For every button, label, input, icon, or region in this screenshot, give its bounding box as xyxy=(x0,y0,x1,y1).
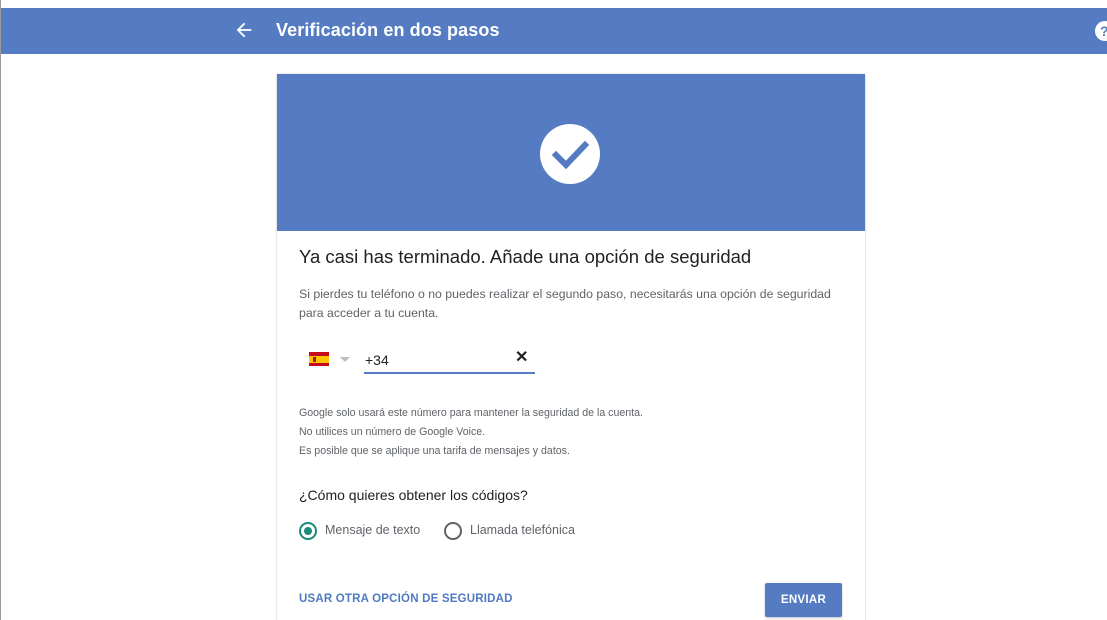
note-line: No utilices un número de Google Voice. xyxy=(299,426,486,438)
hero-banner xyxy=(277,74,865,231)
radio-text-message[interactable]: Mensaje de texto xyxy=(299,522,424,542)
app-header: Verificación en dos pasos ? xyxy=(1,8,1107,54)
page-title: Verificación en dos pasos xyxy=(276,20,500,40)
send-button[interactable]: ENVIAR xyxy=(765,583,842,617)
card-description: Si pierdes tu teléfono o no puedes reali… xyxy=(299,287,831,320)
arrow-left-icon[interactable] xyxy=(233,19,255,41)
radio-label: Llamada telefónica xyxy=(470,523,575,537)
phone-number-input[interactable] xyxy=(364,348,535,374)
use-other-security-option-link[interactable]: USAR OTRA OPCIÓN DE SEGURIDAD xyxy=(299,593,513,605)
radio-circle-checked[interactable] xyxy=(299,522,317,540)
radio-phone-call[interactable]: Llamada telefónica xyxy=(444,522,584,542)
radio-label: Mensaje de texto xyxy=(325,523,421,537)
spain-flag-icon[interactable] xyxy=(309,352,329,366)
page: Verificación en dos pasos ? Ya casi has … xyxy=(0,0,1107,620)
delivery-method-question: ¿Cómo quieres obtener los códigos? xyxy=(299,487,528,503)
card-title: Ya casi has terminado. Añade una opción … xyxy=(299,246,752,267)
radio-circle-unchecked[interactable] xyxy=(444,522,462,540)
radio-selected-dot xyxy=(304,527,312,535)
country-dropdown-caret-icon[interactable] xyxy=(340,357,350,362)
security-option-card: Ya casi has terminado. Añade una opción … xyxy=(277,74,865,620)
note-line: Google solo usará este número para mante… xyxy=(299,407,643,419)
clear-icon[interactable]: ✕ xyxy=(515,350,529,366)
phone-usage-notes: Google solo usará este número para mante… xyxy=(299,404,643,461)
flag-stripe-middle xyxy=(309,355,329,363)
help-icon[interactable]: ? xyxy=(1095,21,1107,41)
check-circle-icon xyxy=(540,124,600,184)
note-line: Es posible que se aplique una tarifa de … xyxy=(299,445,570,457)
flag-crest xyxy=(313,356,316,362)
flag-stripe-bottom xyxy=(309,362,329,366)
